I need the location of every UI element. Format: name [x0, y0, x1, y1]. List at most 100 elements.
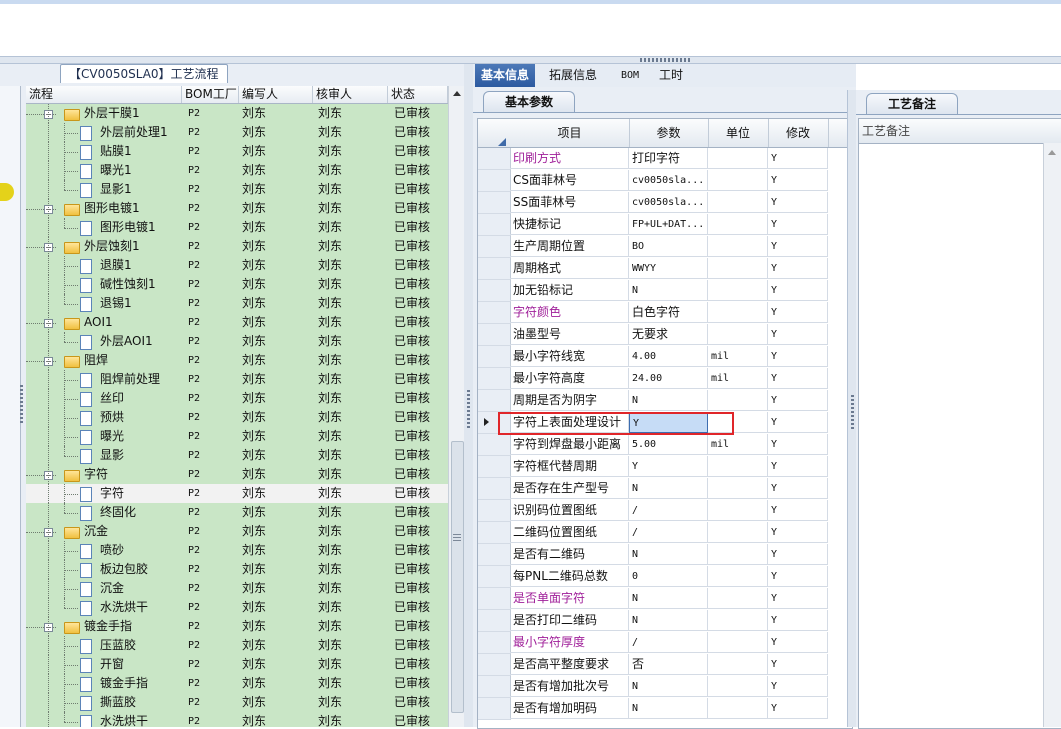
row-selector[interactable] [478, 654, 511, 676]
tree-row[interactable]: 曝光1 P2 刘东 刘东 已审核 [26, 161, 448, 180]
tab-process-notes[interactable]: 工艺备注 [866, 93, 958, 114]
param-modify-cell[interactable]: Y [768, 236, 828, 257]
col-flow[interactable]: 流程 [26, 86, 182, 103]
row-selector[interactable] [478, 544, 511, 566]
scroll-up-icon[interactable] [1048, 150, 1056, 155]
param-modify-cell[interactable]: Y [768, 676, 828, 697]
param-value-cell[interactable]: N [629, 676, 708, 697]
param-value-cell[interactable]: BO [629, 236, 708, 257]
param-value-cell[interactable]: N [629, 610, 708, 631]
tree-row[interactable]: 板边包胶 P2 刘东 刘东 已审核 [26, 560, 448, 579]
param-modify-cell[interactable]: Y [768, 280, 828, 301]
row-selector[interactable] [478, 346, 511, 368]
row-selector[interactable] [478, 522, 511, 544]
param-modify-cell[interactable]: Y [768, 632, 828, 653]
param-value-cell[interactable]: WWYY [629, 258, 708, 279]
tree-row[interactable]: 丝印 P2 刘东 刘东 已审核 [26, 389, 448, 408]
param-row[interactable]: 印刷方式 打印字符 Y [478, 148, 852, 170]
param-modify-cell[interactable]: Y [768, 192, 828, 213]
col-bom-factory[interactable]: BOM工厂 [182, 86, 239, 103]
param-row[interactable]: 是否存在生产型号 N Y [478, 478, 852, 500]
row-selector[interactable] [478, 610, 511, 632]
param-value-cell[interactable]: 无要求 [629, 324, 708, 345]
tree-row[interactable]: 显影 P2 刘东 刘东 已审核 [26, 446, 448, 465]
param-modify-cell[interactable]: Y [768, 522, 828, 543]
param-value-cell[interactable]: / [629, 500, 708, 521]
param-modify-cell[interactable]: Y [768, 346, 828, 367]
row-selector[interactable] [478, 500, 511, 522]
param-row[interactable]: 快捷标记 FP+UL+DAT... Y [478, 214, 852, 236]
col-modify[interactable]: 修改 [768, 119, 829, 147]
horizontal-splitter[interactable] [0, 57, 1061, 64]
param-row[interactable]: SS面菲林号 cv0050sla... Y [478, 192, 852, 214]
param-modify-cell[interactable]: Y [768, 148, 828, 169]
row-selector[interactable] [478, 302, 511, 324]
param-row[interactable]: 最小字符厚度 / Y [478, 632, 852, 654]
row-selector[interactable] [478, 324, 511, 346]
param-row[interactable]: 加无铅标记 N Y [478, 280, 852, 302]
col-editor[interactable]: 编写人 [239, 86, 313, 103]
param-row[interactable]: 是否高平整度要求否 Y [478, 654, 852, 676]
tree-row[interactable]: − 沉金 P2 刘东 刘东 已审核 [26, 522, 448, 541]
tree-row[interactable]: 喷砂 P2 刘东 刘东 已审核 [26, 541, 448, 560]
row-selector[interactable] [478, 698, 511, 720]
param-value-cell[interactable]: 0 [629, 566, 708, 587]
param-row[interactable]: 周期格式 WWYY Y [478, 258, 852, 280]
param-modify-cell[interactable]: Y [768, 544, 828, 565]
tree-row[interactable]: 贴膜1 P2 刘东 刘东 已审核 [26, 142, 448, 161]
param-value-cell[interactable]: 24.00 [629, 368, 708, 389]
row-selector[interactable] [478, 676, 511, 698]
param-row[interactable]: 二维码位置图纸 / Y [478, 522, 852, 544]
param-row[interactable]: 生产周期位置 BO Y [478, 236, 852, 258]
param-modify-cell[interactable]: Y [768, 654, 828, 675]
tab-bom[interactable]: BOM [615, 64, 645, 87]
row-selector[interactable] [478, 148, 511, 170]
tree-row[interactable]: 水洗烘干 P2 刘东 刘东 已审核 [26, 598, 448, 617]
tree-row[interactable]: 预烘 P2 刘东 刘东 已审核 [26, 408, 448, 427]
param-modify-cell[interactable]: Y [768, 434, 828, 455]
param-modify-cell[interactable]: Y [768, 456, 828, 477]
param-row[interactable]: 是否有二维码 N Y [478, 544, 852, 566]
param-value-cell[interactable]: / [629, 632, 708, 653]
tab-basic-params[interactable]: 基本参数 [483, 91, 575, 112]
tree-row[interactable]: 碱性蚀刻1 P2 刘东 刘东 已审核 [26, 275, 448, 294]
param-modify-cell[interactable]: Y [768, 588, 828, 609]
param-modify-cell[interactable]: Y [768, 214, 828, 235]
col-status[interactable]: 状态 [388, 86, 448, 103]
row-selector[interactable] [478, 170, 511, 192]
param-modify-cell[interactable]: Y [768, 610, 828, 631]
tab-work-hours[interactable]: 工时 [653, 64, 689, 87]
tree-row[interactable]: 压蓝胶 P2 刘东 刘东 已审核 [26, 636, 448, 655]
tree-row[interactable]: 水洗烘干 P2 刘东 刘东 已审核 [26, 712, 448, 727]
row-selector[interactable] [478, 258, 511, 280]
param-modify-cell[interactable]: Y [768, 566, 828, 587]
row-selector[interactable] [478, 280, 511, 302]
param-value-cell[interactable]: N [629, 390, 708, 411]
row-selector[interactable] [478, 478, 511, 500]
param-value-cell[interactable]: 打印字符 [629, 148, 708, 169]
param-row[interactable]: 识别码位置图纸 / Y [478, 500, 852, 522]
tree-row[interactable]: 图形电镀1 P2 刘东 刘东 已审核 [26, 218, 448, 237]
param-value-cell[interactable]: FP+UL+DAT... [629, 214, 708, 235]
row-selector[interactable] [478, 456, 511, 478]
select-all-icon[interactable] [498, 138, 506, 146]
param-value-cell[interactable]: N [629, 698, 708, 719]
tree-row[interactable]: 曝光 P2 刘东 刘东 已审核 [26, 427, 448, 446]
param-value-cell[interactable]: 否 [629, 654, 708, 675]
row-selector[interactable] [478, 368, 511, 390]
row-selector[interactable] [478, 434, 511, 456]
tree-row[interactable]: − 字符 P2 刘东 刘东 已审核 [26, 465, 448, 484]
param-value-cell[interactable]: 白色字符 [629, 302, 708, 323]
param-row[interactable]: 字符到焊盘最小距离 5.00 mil Y [478, 434, 852, 456]
tab-basic-info[interactable]: 基本信息 [475, 64, 536, 87]
scroll-thumb[interactable] [451, 441, 464, 713]
row-selector[interactable] [478, 632, 511, 654]
param-row[interactable]: 最小字符高度 24.00 mil Y [478, 368, 852, 390]
param-row[interactable]: 是否有增加明码 N Y [478, 698, 852, 720]
col-param[interactable]: 参数 [629, 119, 709, 147]
param-value-cell[interactable]: / [629, 522, 708, 543]
col-process-notes[interactable]: 工艺备注 [862, 119, 910, 143]
param-value-cell[interactable]: cv0050sla... [629, 170, 708, 191]
param-row[interactable]: 油墨型号 无要求 Y [478, 324, 852, 346]
row-selector[interactable] [478, 566, 511, 588]
